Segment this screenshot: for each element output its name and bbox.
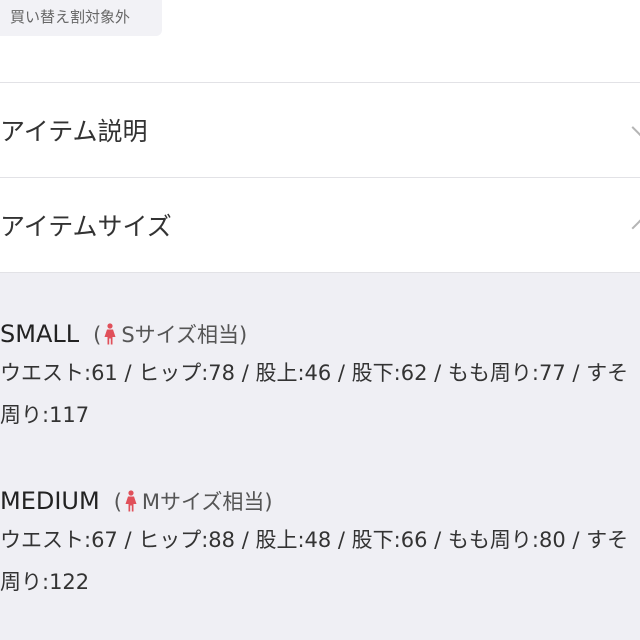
measurement-line-2: 周り:122 (0, 570, 90, 594)
note-paren: ( (113, 490, 122, 514)
woman-icon (104, 323, 116, 345)
note-text: Mサイズ相当) (141, 490, 273, 514)
size-header: MEDIUM ( Mサイズ相当) (0, 483, 640, 519)
chevron-up-icon (631, 219, 640, 237)
note-paren: ( (93, 323, 102, 347)
accordion-title-size: アイテムサイズ (0, 212, 172, 241)
size-details-panel: SMALL ( Sサイズ相当) ウエスト:61 / ヒップ:78 / 股上:46 … (0, 273, 640, 640)
woman-icon (125, 490, 137, 512)
chevron-down-icon (631, 119, 640, 137)
size-entry-medium: MEDIUM ( Mサイズ相当) ウエスト:67 / ヒップ:88 / 股上:48… (0, 483, 640, 603)
size-entry-small: SMALL ( Sサイズ相当) ウエスト:61 / ヒップ:78 / 股上:46 … (0, 316, 640, 436)
size-name: MEDIUM (0, 487, 100, 515)
item-detail-page: 買い替え割対象外 アイテム説明 アイテムサイズ SMALL ( Sサイズ相当) ウ… (0, 0, 640, 640)
measurement-line-1: ウエスト:67 / ヒップ:88 / 股上:48 / 股下:66 / もも周り:… (0, 528, 629, 552)
measurement-line-2: 周り:117 (0, 403, 90, 427)
size-equivalent-note: ( Mサイズ相当) (114, 490, 273, 514)
size-name: SMALL (0, 320, 80, 348)
not-eligible-tag: 買い替え割対象外 (0, 0, 162, 36)
accordion-item-size[interactable]: アイテムサイズ (0, 178, 640, 273)
accordion-title-description: アイテム説明 (0, 117, 148, 146)
tag-area: 買い替え割対象外 (0, 0, 640, 83)
size-header: SMALL ( Sサイズ相当) (0, 316, 640, 352)
note-text: Sサイズ相当) (121, 323, 248, 347)
measurement-line-1: ウエスト:61 / ヒップ:78 / 股上:46 / 股下:62 / もも周り:… (0, 361, 629, 385)
accordion-item-description[interactable]: アイテム説明 (0, 83, 640, 178)
size-equivalent-note: ( Sサイズ相当) (93, 323, 247, 347)
